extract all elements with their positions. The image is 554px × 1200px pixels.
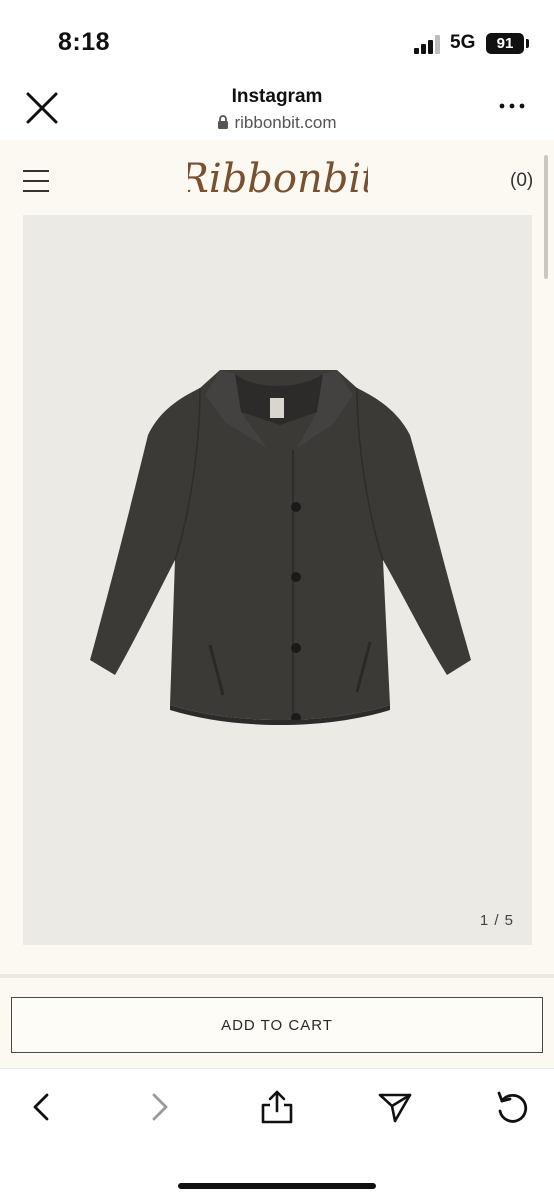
more-icon: [499, 103, 525, 109]
lock-icon: [218, 115, 229, 129]
forward-button[interactable]: [141, 1089, 177, 1125]
browser-header: Instagram ribbonbit.com: [0, 80, 554, 140]
menu-icon-line: [23, 170, 49, 172]
share-button[interactable]: [259, 1089, 295, 1125]
logo-text: Ribbonbit: [188, 156, 368, 202]
image-counter: 1 / 5: [479, 912, 514, 929]
status-bar: 8:18 5G 91: [0, 0, 554, 80]
more-button[interactable]: [498, 94, 526, 118]
menu-button[interactable]: [23, 170, 49, 192]
battery-icon: 91: [486, 33, 524, 54]
divider: [0, 974, 554, 978]
share-icon: [261, 1090, 293, 1124]
browser-toolbar: [0, 1068, 554, 1200]
menu-icon-line: [23, 190, 49, 192]
signal-icon: [414, 34, 440, 54]
back-button[interactable]: [24, 1089, 60, 1125]
browser-url[interactable]: ribbonbit.com: [0, 113, 554, 133]
reload-button[interactable]: [494, 1089, 530, 1125]
network-type: 5G: [450, 32, 476, 53]
status-time: 8:18: [58, 28, 111, 56]
scrollbar[interactable]: [544, 155, 548, 279]
web-page: Ribbonbit (0) 1 / 5 ADD TO CART: [0, 140, 554, 1068]
send-button[interactable]: [377, 1089, 413, 1125]
product-image[interactable]: 1 / 5: [23, 215, 532, 945]
coat-image: [90, 370, 471, 725]
cart-count[interactable]: (0): [510, 170, 533, 192]
battery-tip: [526, 39, 529, 48]
forward-icon: [152, 1093, 168, 1121]
menu-icon-line: [23, 180, 49, 182]
send-icon: [378, 1093, 412, 1123]
home-indicator[interactable]: [178, 1183, 376, 1189]
add-to-cart-button[interactable]: ADD TO CART: [11, 997, 543, 1053]
site-logo[interactable]: Ribbonbit: [188, 148, 368, 208]
url-text: ribbonbit.com: [234, 113, 337, 132]
back-icon: [33, 1093, 49, 1121]
reload-icon: [497, 1091, 528, 1123]
browser-title: Instagram: [231, 86, 323, 107]
